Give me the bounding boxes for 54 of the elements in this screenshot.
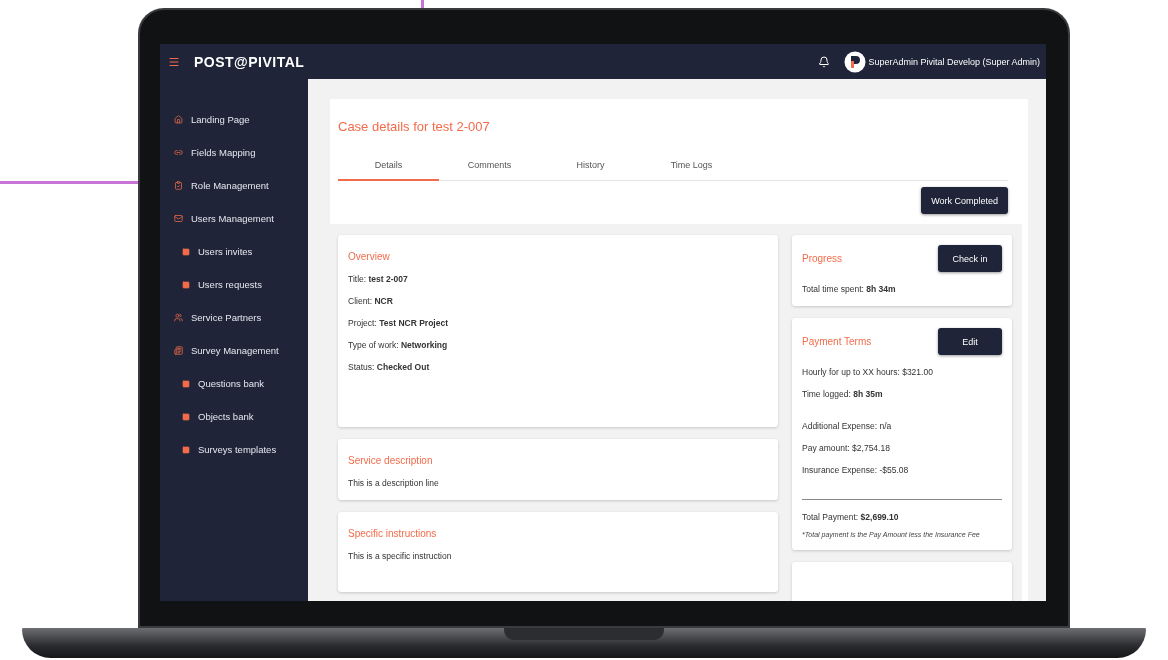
bell-icon[interactable] [818, 55, 831, 68]
total-payment-text: Total Payment: $2,699.10 [802, 512, 900, 522]
sidebar-subitem[interactable]: Surveys templates [160, 433, 308, 466]
payment-line: Insurance Expense: -$55.08 [802, 465, 910, 475]
tab[interactable]: Comments [439, 154, 540, 181]
card-title: Payment Terms [802, 336, 872, 347]
page-title: Case details for test 2-007 [338, 119, 491, 134]
sidebar-item[interactable]: Service Partners [160, 301, 308, 334]
tab[interactable]: Time Logs [641, 154, 742, 181]
square-icon [182, 247, 190, 256]
avatar-logo-icon [844, 50, 867, 73]
sidebar-item-icon [174, 346, 183, 355]
sidebar-subitem[interactable]: Users requests [160, 268, 308, 301]
payment-line: Hourly for up to XX hours: $321.00 [802, 367, 934, 377]
card-title: Overview [348, 251, 391, 262]
square-icon [182, 445, 190, 454]
sidebar-item[interactable]: Fields Mapping [160, 136, 308, 169]
payment-line: Additional Expense: n/a [802, 421, 893, 431]
card-title: Service description [348, 455, 434, 466]
sidebar-item-icon [174, 181, 183, 190]
detail-line: Type of work: Networking [348, 340, 449, 350]
sidebar-item[interactable]: Role Management [160, 169, 308, 202]
sidebar-item-icon [174, 214, 183, 223]
sidebar-item-icon [174, 313, 183, 322]
tab[interactable]: Details [338, 154, 439, 181]
description-text: This is a description line [348, 478, 440, 488]
sidebar-item[interactable]: Landing Page [160, 103, 308, 136]
square-icon [182, 412, 190, 421]
edit-button[interactable]: Edit [938, 328, 1002, 355]
sidebar-subitem[interactable]: Objects bank [160, 400, 308, 433]
tab[interactable]: History [540, 154, 641, 181]
check-in-button[interactable]: Check in [938, 245, 1002, 272]
menu-icon[interactable] [168, 55, 180, 68]
sidebar-item[interactable]: Survey Management [160, 334, 308, 367]
payment-line: Pay amount: $2,754.18 [802, 443, 891, 453]
sidebar-item-icon [174, 115, 183, 124]
detail-line: Status: Checked Out [348, 362, 431, 372]
detail-line: Project: Test NCR Project [348, 318, 449, 328]
square-icon [182, 280, 190, 289]
sidebar-item[interactable]: Users Management [160, 202, 308, 235]
payment-line: Time logged: 8h 35m [802, 389, 884, 399]
card-title: Progress [802, 253, 842, 264]
user-name[interactable]: SuperAdmin Pivital Develop (Super Admin) [868, 56, 1040, 67]
square-icon [182, 379, 190, 388]
sidebar-subitem[interactable]: Users invites [160, 235, 308, 268]
logo: POST@PIVITAL [194, 53, 305, 70]
time-spent-text: Total time spent: 8h 34m [802, 284, 897, 294]
detail-line: Client: NCR [348, 296, 394, 306]
work-completed-button[interactable]: Work Completed [921, 187, 1008, 214]
sidebar-item-icon [174, 148, 183, 157]
instruction-text: This is a specific instruction [348, 551, 453, 561]
detail-line: Title: test 2-007 [348, 274, 409, 284]
sidebar-subitem[interactable]: Questions bank [160, 367, 308, 400]
card-title: Specific instructions [348, 528, 438, 539]
